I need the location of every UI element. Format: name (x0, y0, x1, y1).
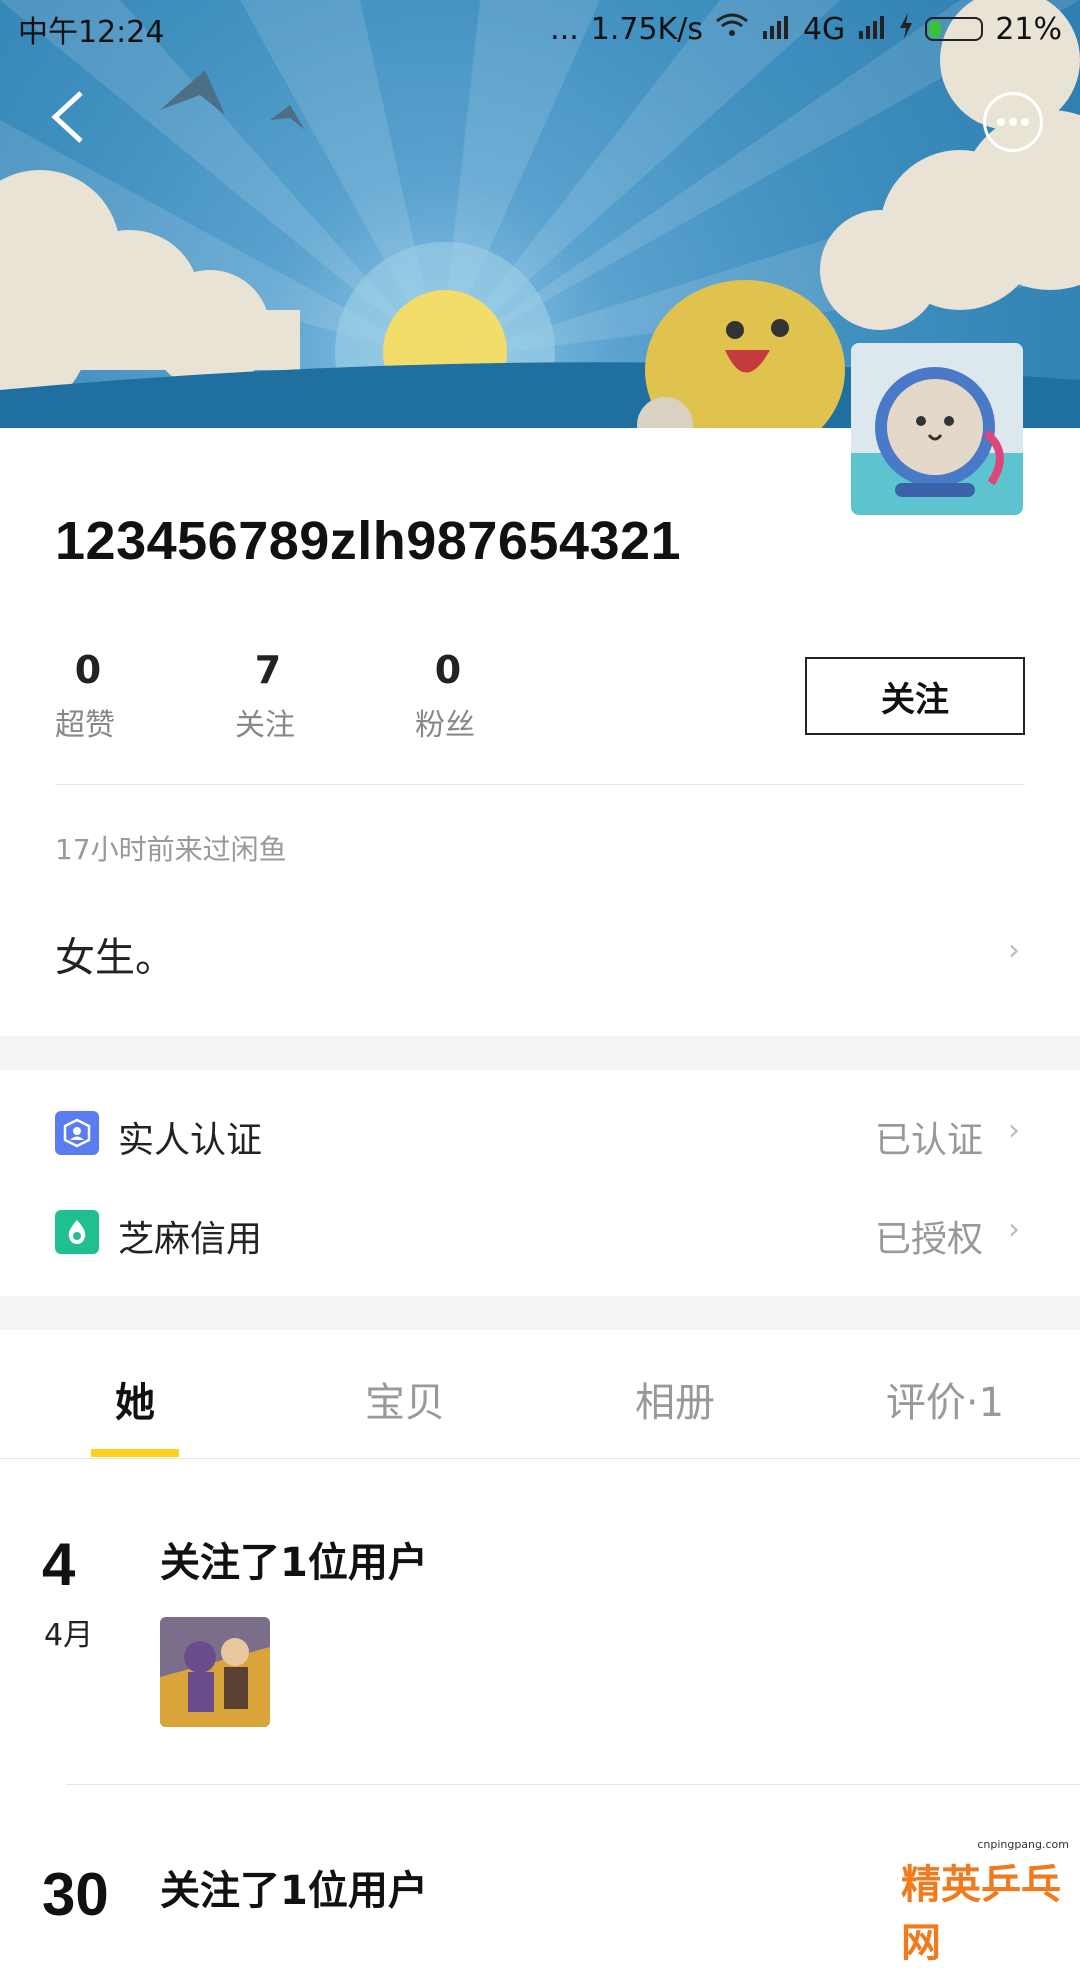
tab-active-indicator (91, 1449, 179, 1457)
bio-row[interactable]: 女生。 › (0, 900, 1080, 1000)
sesame-label: 芝麻信用 (118, 1219, 263, 1260)
bio-text: 女生。 (55, 935, 175, 981)
avatar[interactable] (851, 343, 1023, 515)
stat-following-value: 7 (254, 648, 282, 692)
tab-album[interactable]: 相册 (575, 1370, 775, 1428)
signal-icon (761, 12, 791, 47)
feed-day: 4 (42, 1531, 76, 1598)
followed-user-avatar[interactable] (160, 1617, 270, 1727)
stat-likes-value: 0 (74, 648, 102, 692)
status-bar: 中午12:24 ... 1.75K/s 4G 21% (0, 0, 1080, 58)
feed-title: 关注了1位用户 (160, 1540, 428, 1586)
stat-followers-label: 粉丝 (415, 708, 475, 743)
last-visit-text: 17小时前来过闲鱼 (55, 833, 287, 866)
section-separator (0, 1296, 1080, 1330)
real-name-row[interactable]: 实人认证 已认证 › (0, 1085, 1080, 1185)
signal-icon-2 (857, 12, 887, 47)
stat-following-label: 关注 (235, 708, 295, 743)
watermark-text: 精英乒乓网 (901, 1862, 1061, 1966)
sesame-status: 已授权 (875, 1219, 984, 1260)
follow-button[interactable]: 关注 (805, 657, 1025, 735)
stat-followers-value: 0 (434, 648, 462, 692)
tab-reviews[interactable]: 评价·1 (845, 1370, 1045, 1428)
divider (66, 1784, 1080, 1785)
feed-title: 关注了1位用户 (160, 1868, 428, 1914)
status-time: 中午12:24 (18, 15, 165, 50)
sesame-credit-row[interactable]: 芝麻信用 已授权 › (0, 1184, 1080, 1284)
feed-day: 30 (42, 1861, 109, 1928)
shield-user-icon (55, 1111, 99, 1155)
stat-following[interactable]: 7 关注 (235, 648, 415, 744)
charging-icon (899, 12, 913, 47)
divider (55, 784, 1025, 785)
back-button[interactable] (40, 90, 94, 144)
more-icon (997, 118, 1029, 126)
feed-item[interactable]: 4 4月 关注了1位用户 (0, 1490, 1080, 1740)
chevron-right-icon: › (1008, 1212, 1020, 1247)
sesame-icon (55, 1210, 99, 1254)
battery-icon (925, 17, 984, 41)
chevron-right-icon: › (1008, 933, 1020, 968)
wifi-icon (715, 12, 749, 47)
chevron-left-icon (51, 91, 83, 143)
divider (0, 1458, 1080, 1459)
stat-likes-label: 超赞 (55, 708, 115, 743)
watermark-logo: cnpingpang.com 精英乒乓网 (895, 1838, 1075, 1966)
profile-tabs: 她 宝贝 相册 评价·1 (0, 1330, 1080, 1458)
real-name-label: 实人认证 (118, 1120, 263, 1161)
section-separator (0, 1036, 1080, 1070)
more-options-button[interactable] (983, 92, 1043, 152)
status-dots: ... (550, 11, 579, 47)
tab-items[interactable]: 宝贝 (305, 1370, 505, 1428)
real-name-status: 已认证 (875, 1120, 984, 1161)
status-indicators: ... 1.75K/s 4G 21% (550, 12, 1062, 47)
battery-level: 21% (995, 11, 1062, 47)
chevron-right-icon: › (1008, 1113, 1020, 1148)
stat-followers[interactable]: 0 粉丝 (415, 648, 595, 744)
stat-likes[interactable]: 0 超赞 (55, 648, 235, 744)
tab-her[interactable]: 她 (35, 1370, 235, 1428)
network-speed: 1.75K/s (590, 11, 703, 47)
profile-stats: 0 超赞 7 关注 0 粉丝 (55, 648, 595, 744)
thumbnail-image (160, 1617, 270, 1727)
avatar-image (851, 343, 1023, 515)
watermark-url: cnpingpang.com (977, 1838, 1069, 1851)
network-type: 4G (802, 11, 846, 47)
profile-username: 123456789zlh987654321 (55, 511, 682, 571)
feed-month: 4月 (44, 1618, 94, 1653)
